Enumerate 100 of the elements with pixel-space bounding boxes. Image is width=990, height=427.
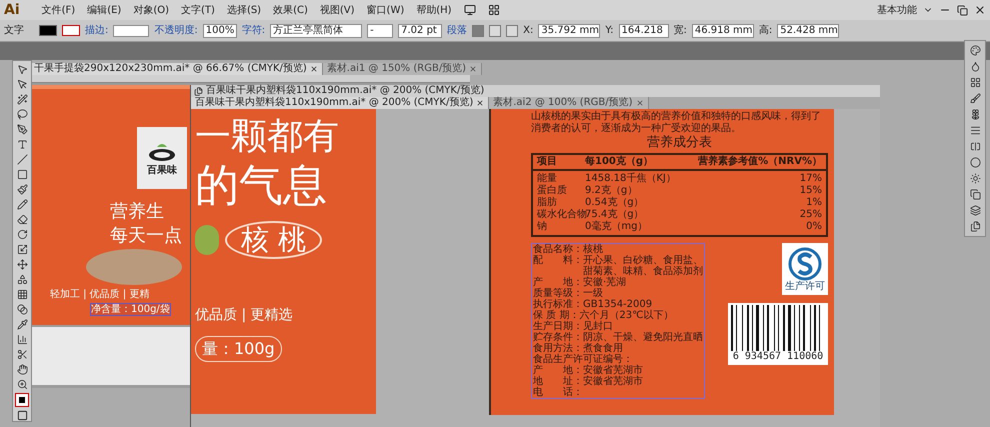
layers-icon[interactable] [970, 205, 980, 216]
hand-icon[interactable] [16, 364, 28, 375]
table-cell-text: 蛋白质 [537, 185, 568, 196]
stroke-icon[interactable] [970, 125, 980, 136]
qs-caption: 生产许可 [785, 280, 825, 292]
align-button[interactable] [506, 24, 518, 36]
align-button[interactable] [489, 24, 502, 36]
circle-icon[interactable] [970, 157, 980, 168]
rotate-icon[interactable] [16, 229, 28, 240]
y-field[interactable]: 164.218 [618, 24, 669, 38]
close-icon[interactable] [469, 65, 478, 73]
scale-icon[interactable] [16, 244, 28, 255]
opacity-field[interactable]: 100% [202, 24, 237, 38]
walnut-badge: 核 桃 [225, 221, 322, 259]
menu-item[interactable]: 文件(F) [42, 2, 76, 18]
pencil-icon[interactable] [16, 199, 28, 210]
hollow-pointer-icon[interactable] [16, 79, 28, 90]
font-style-field[interactable]: - [367, 24, 394, 38]
menu-item[interactable]: 视图(V) [320, 2, 355, 18]
font-size-field[interactable]: 7.02 pt [398, 24, 442, 38]
lasso-icon[interactable] [16, 109, 28, 120]
text-selection-frame[interactable]: 食品名称：核桃 配 料：开心果、白砂糖、食用盐、 甜菊素、味精、食品添加剂 产 地：安徽·芜湖 质量等级：一级 执行标准：GB1354-2009 保 质 期：六个月（23℃以下） 生产日期：见封口 贮存条件：阴凉、干燥、避免阳光直晒 食用方法：煮食食用 食品生产许可证编号： 产 地：安徽省芜湖市 地 址：安徽省芜湖市 电 话： [531, 243, 705, 399]
column-header: 项目 [537, 155, 558, 169]
copy-icon[interactable] [970, 189, 980, 200]
menu-item[interactable]: 对象(O) [133, 2, 170, 18]
wand-icon[interactable] [16, 94, 28, 105]
info-line: 生产日期：见封口 [533, 321, 614, 332]
arrow-pointer-icon[interactable] [16, 64, 28, 75]
headline: 一颗都有 [195, 115, 340, 159]
info-line: 产 地：安徽·芜湖 [533, 277, 628, 288]
info-line: 食用方法：煮食食用 [533, 343, 624, 354]
intro-paragraph: 山核桃的果实由于具有极高的营养价值和独特的口感风味，得到了消费者的认可，逐渐成为一种广受欢迎的果品。 [531, 111, 822, 135]
width-field[interactable]: 46.918 mm [692, 24, 754, 38]
menu-item[interactable]: 窗口(W) [366, 2, 404, 18]
palette-icon[interactable] [970, 45, 980, 56]
menu-item[interactable]: 编辑(E) [87, 2, 122, 18]
menu-item[interactable]: 帮助(H) [416, 2, 452, 18]
brush-icon[interactable] [970, 93, 980, 104]
y-label: Y: [605, 24, 614, 38]
stroke-swatch[interactable] [62, 25, 80, 36]
info-line: 电 话： [533, 387, 584, 398]
grid-icon[interactable] [488, 4, 500, 16]
table-cell-text: 1458.18千焦（KJ） [585, 173, 669, 184]
table-cell-text: 17% [798, 173, 822, 185]
align-button[interactable] [472, 24, 484, 36]
x-label: X: [523, 24, 534, 38]
restore-icon[interactable] [957, 4, 968, 16]
info-line: 食品名称：核桃 [533, 244, 603, 255]
close-icon[interactable] [974, 4, 986, 16]
table-cell-text: 0毫克（mg） [585, 221, 648, 233]
table-cell-text: 能量 [537, 173, 558, 184]
swatches-icon[interactable] [970, 77, 980, 88]
screen-mode-icon[interactable] [16, 410, 28, 421]
menu-item[interactable]: 文字(T) [181, 2, 215, 18]
menu-item[interactable]: 效果(C) [273, 2, 308, 18]
height-field[interactable]: 52.428 mm [777, 24, 840, 38]
info-line: 贮存条件：阴凉、干燥、避免阳光直晒 [533, 332, 703, 343]
close-icon[interactable] [636, 99, 644, 107]
table-cell-text: 9.2克（g） [585, 185, 638, 196]
scissors-icon[interactable] [16, 349, 28, 360]
app-logo: Ai [4, 0, 20, 20]
table-cell-text: 1% [805, 197, 822, 209]
eyedropper-icon[interactable] [16, 319, 28, 330]
net-weight-label[interactable]: 净含量：100g/袋 [90, 303, 171, 316]
eraser-icon[interactable] [16, 214, 28, 225]
sun-icon[interactable] [970, 173, 980, 184]
droplet-icon[interactable] [970, 61, 980, 72]
document-icon [194, 86, 203, 96]
qs-logo-icon [788, 246, 822, 280]
table-cell-text: 0.54克（g） [585, 197, 645, 208]
rectangle-icon[interactable] [16, 169, 28, 180]
barcode-number: 6 934567 110060 [732, 351, 824, 363]
opacity-label: 不透明度: [154, 24, 198, 38]
line-icon[interactable] [16, 154, 28, 165]
menu-item[interactable]: 选择(S) [226, 2, 262, 18]
window-title: 百果味干果内塑料袋110x190mm.ai* @ 200% (CMYK/预览) [206, 85, 484, 96]
grid-icon[interactable] [16, 289, 28, 300]
fill-swatch[interactable] [39, 25, 57, 36]
zoom-icon[interactable] [16, 379, 28, 390]
type-icon[interactable] [16, 139, 28, 150]
stroke-weight-field[interactable] [113, 24, 150, 36]
bar-chart-icon[interactable] [16, 334, 28, 345]
move-icon[interactable] [16, 259, 28, 270]
close-icon[interactable] [310, 65, 318, 73]
info-line: 地 址：安徽省芜湖市 [533, 376, 644, 387]
info-line: 配 料：开心果、白砂糖、食用盐、 [533, 255, 703, 266]
height-label: 高: [758, 24, 772, 38]
close-icon[interactable] [476, 99, 484, 107]
shapes-icon[interactable] [16, 274, 28, 285]
font-field[interactable]: 方正兰亭黑简体 [270, 24, 362, 38]
blend-icon[interactable] [16, 304, 28, 315]
fill-stroke-swatch[interactable] [16, 394, 28, 406]
brush-icon[interactable] [16, 184, 28, 195]
monitor-icon[interactable] [464, 4, 476, 16]
workspace-switcher[interactable]: 基本功能 [877, 2, 917, 18]
info-line: 保 质 期：六个月（23℃以下） [533, 310, 674, 321]
pen-icon[interactable] [16, 124, 28, 135]
column-header: 每100克（g） [585, 155, 654, 169]
tool-label: 文字 [4, 24, 24, 38]
x-field[interactable]: 35.792 mm [538, 24, 600, 38]
